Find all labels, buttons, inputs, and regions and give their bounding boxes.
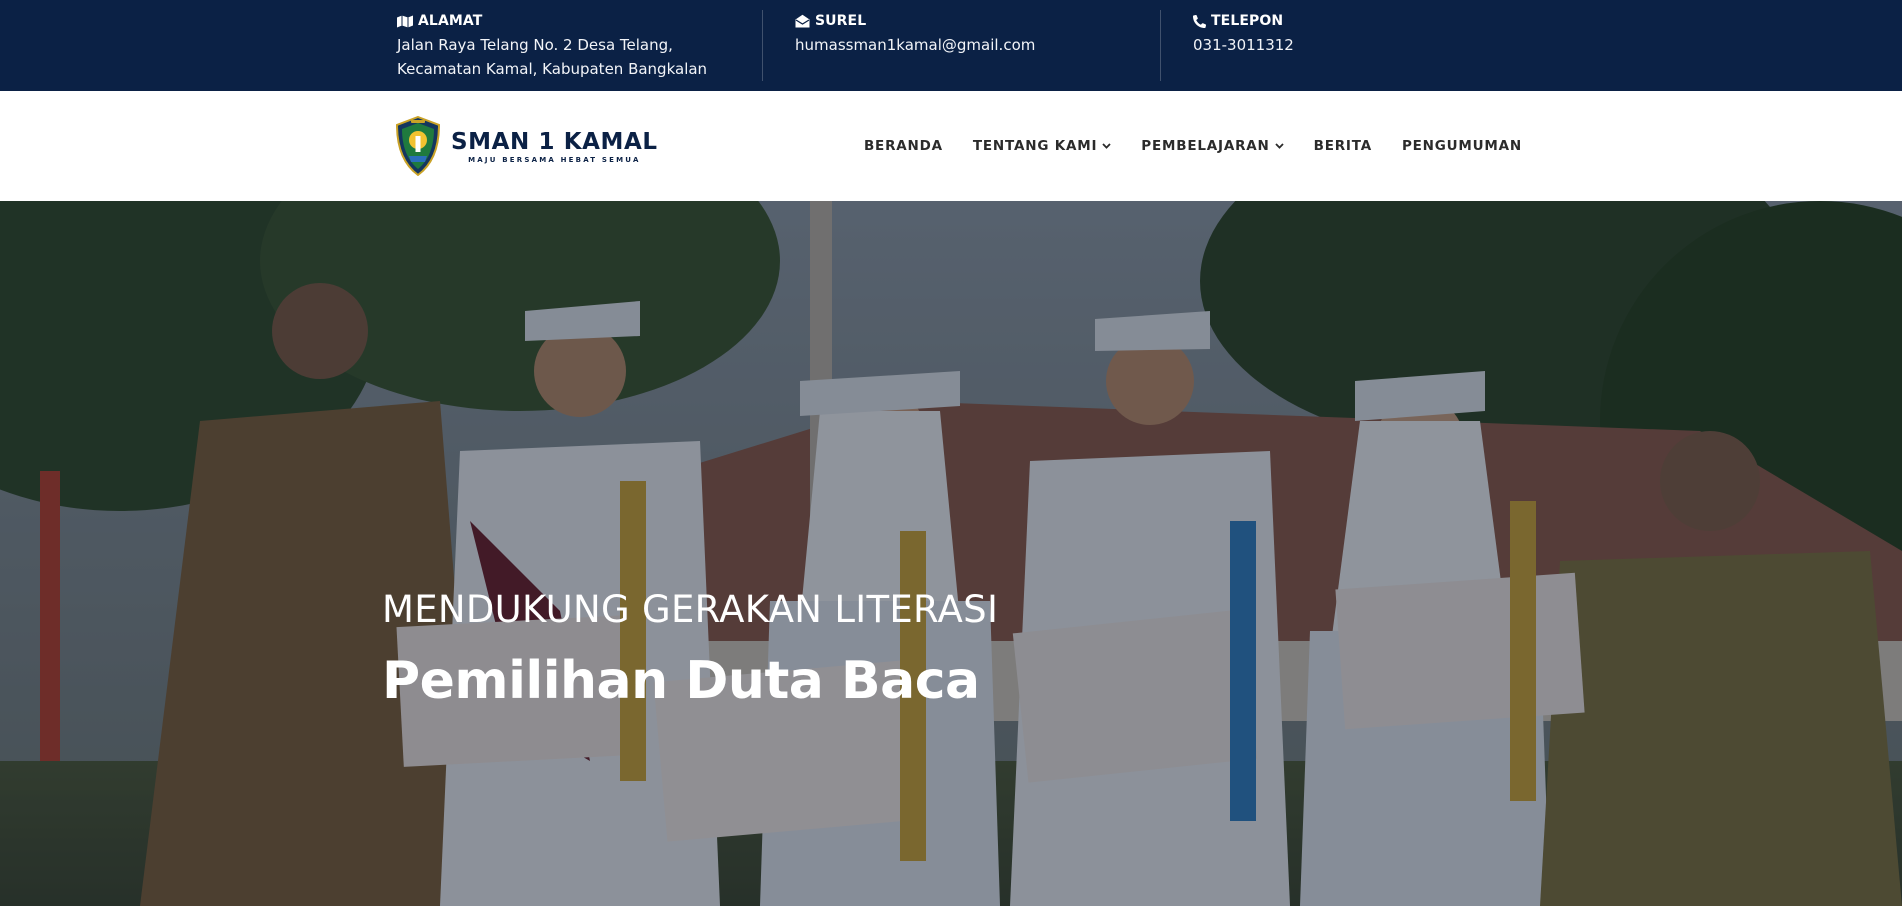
- nav-item-label: BERANDA: [863, 138, 943, 154]
- brand-home-link[interactable]: SMAN 1 KAMAL MAJU BERSAMA HEBAT SEMUA: [395, 115, 658, 177]
- phone-label: TELEPON: [1211, 13, 1284, 29]
- map-icon: [397, 15, 413, 28]
- nav-item-pengumuman[interactable]: PENGUMUMAN: [1402, 138, 1522, 154]
- phone-block: TELEPON 031-3011312: [1193, 12, 1558, 57]
- nav-item-label: TENTANG KAMI: [972, 138, 1098, 154]
- nav-item-pembelajaran[interactable]: PEMBELAJARAN: [1141, 138, 1284, 154]
- address-text: Jalan Raya Telang No. 2 Desa Telang, Kec…: [397, 33, 762, 81]
- main-menu: BERANDA TENTANG KAMI PEMBELAJARAN BERITA…: [864, 91, 1522, 201]
- address-line-1: Jalan Raya Telang No. 2 Desa Telang,: [397, 36, 673, 54]
- phone-icon: [1193, 14, 1206, 28]
- nav-item-label: PEMBELAJARAN: [1141, 138, 1270, 154]
- chevron-down-icon: [1102, 143, 1111, 149]
- email-address-link[interactable]: humassman1kamal@gmail.com: [795, 33, 1160, 57]
- address-line-2: Kecamatan Kamal, Kabupaten Bangkalan: [397, 60, 708, 78]
- phone-heading: TELEPON: [1193, 12, 1558, 30]
- school-name: SMAN 1 KAMAL: [451, 128, 658, 155]
- nav-item-berita[interactable]: BERITA: [1314, 138, 1372, 154]
- phone-number-link[interactable]: 031-3011312: [1193, 33, 1558, 57]
- envelope-open-icon: [795, 14, 810, 28]
- hero-dark-overlay: [0, 201, 1902, 906]
- brand-text: SMAN 1 KAMAL MAJU BERSAMA HEBAT SEMUA: [451, 129, 658, 164]
- email-label: SUREL: [815, 13, 867, 29]
- nav-item-tentang-kami[interactable]: TENTANG KAMI: [973, 138, 1111, 154]
- main-navbar: SMAN 1 KAMAL MAJU BERSAMA HEBAT SEMUA BE…: [0, 91, 1902, 201]
- address-heading: ALAMAT: [397, 12, 762, 30]
- hero-caption: MENDUKUNG GERAKAN LITERASI Pemilihan Dut…: [382, 586, 998, 716]
- divider: [762, 10, 763, 81]
- nav-item-beranda[interactable]: BERANDA: [864, 138, 943, 154]
- school-tagline: MAJU BERSAMA HEBAT SEMUA: [468, 155, 641, 164]
- nav-item-label: BERITA: [1313, 138, 1372, 154]
- hero-subtitle: MENDUKUNG GERAKAN LITERASI: [382, 588, 999, 631]
- hero-slider: MENDUKUNG GERAKAN LITERASI Pemilihan Dut…: [0, 201, 1902, 906]
- hero-title: Pemilihan Duta Baca: [382, 651, 980, 711]
- address-block: ALAMAT Jalan Raya Telang No. 2 Desa Tela…: [397, 12, 762, 81]
- email-heading: SUREL: [795, 12, 1160, 30]
- divider: [1160, 10, 1161, 81]
- chevron-down-icon: [1274, 143, 1284, 149]
- top-info-bar: ALAMAT Jalan Raya Telang No. 2 Desa Tela…: [0, 0, 1902, 91]
- address-label: ALAMAT: [418, 13, 483, 29]
- email-block: SUREL humassman1kamal@gmail.com: [795, 12, 1160, 57]
- school-logo-icon: [395, 116, 441, 176]
- nav-item-label: PENGUMUMAN: [1401, 138, 1522, 154]
